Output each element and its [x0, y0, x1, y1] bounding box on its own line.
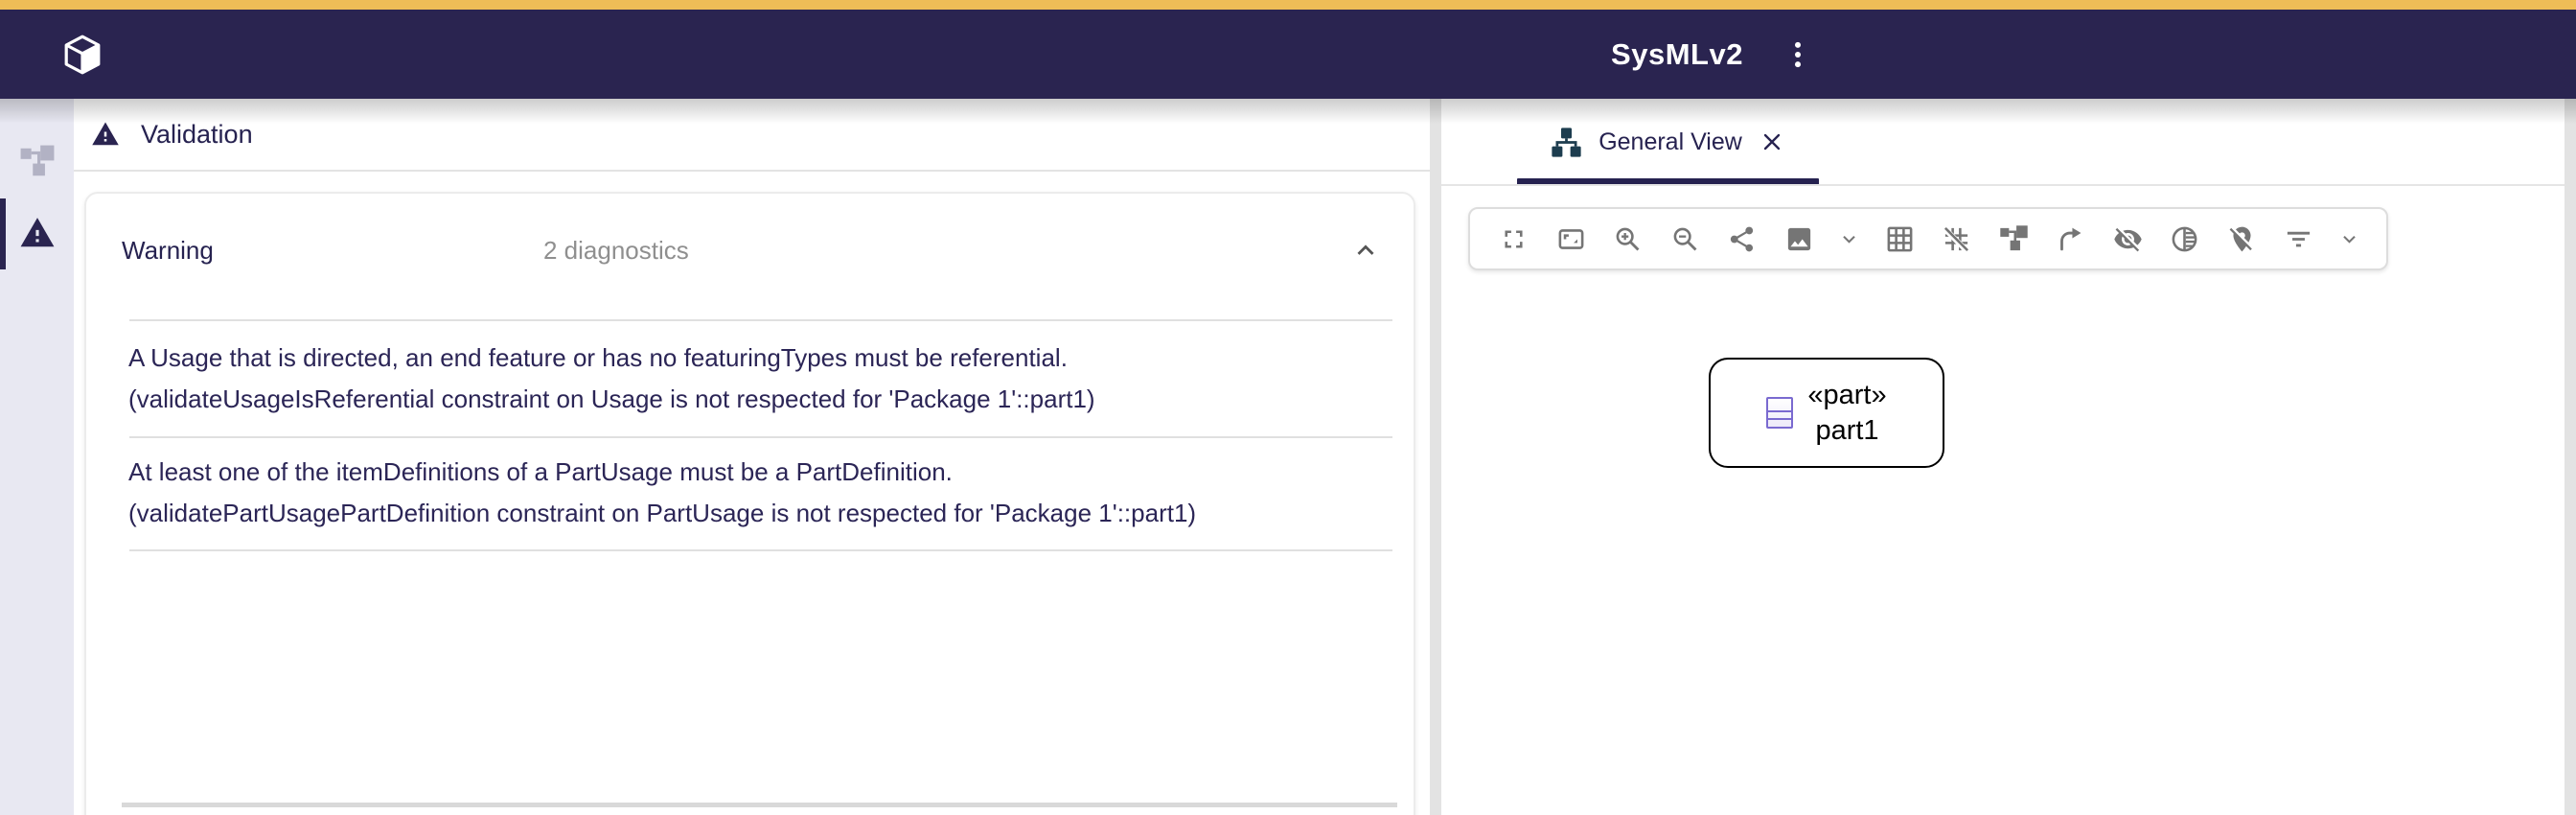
node-stereotype: «part»: [1807, 378, 1886, 413]
diagram-node-part1[interactable]: «part» part1: [1709, 358, 1944, 468]
diagnostic-message: A Usage that is directed, an end feature…: [128, 338, 1391, 379]
warning-icon: [19, 215, 56, 254]
validation-scrollbar[interactable]: [1430, 99, 1441, 815]
zoom-in-button[interactable]: [1607, 215, 1649, 263]
export-image-icon: [1784, 224, 1814, 254]
horizontal-scrollbar[interactable]: [122, 803, 1397, 807]
contrast-icon: [2170, 224, 2199, 254]
hierarchy-icon: [1999, 224, 2029, 254]
zoom-out-button[interactable]: [1664, 215, 1706, 263]
step-over-arrow-icon: [2056, 224, 2085, 254]
share-icon: [1727, 224, 1757, 254]
node-label: «part» part1: [1807, 378, 1886, 449]
divider: [129, 549, 1392, 551]
divider: [129, 319, 1392, 321]
unpin-button[interactable]: [2220, 215, 2263, 263]
divider: [129, 436, 1392, 438]
divider: [1441, 184, 2576, 186]
export-dropdown-chevron-button[interactable]: [1835, 215, 1864, 263]
content-area: Validation Warning 2 diagnostics: [0, 99, 2576, 815]
close-tab-button[interactable]: [1759, 128, 1785, 155]
app-header: SysMLv2: [0, 10, 2576, 99]
org-chart-icon: [1551, 127, 1582, 158]
snap-off-icon: [1942, 224, 1971, 254]
unpin-icon: [2227, 224, 2257, 254]
chevron-up-icon: [1349, 255, 1382, 269]
snap-off-button[interactable]: [1936, 215, 1978, 263]
accent-strip: [0, 0, 2576, 10]
sidebar-item-explorer[interactable]: [0, 128, 74, 198]
diagram-scrollbar[interactable]: [2564, 99, 2576, 815]
cube-logo-icon: [59, 66, 105, 81]
grid-button[interactable]: [1878, 215, 1920, 263]
tab-label: General View: [1598, 128, 1742, 156]
hierarchy-button[interactable]: [1992, 215, 2035, 263]
grid-icon: [1885, 224, 1915, 254]
panel-title: Validation: [141, 120, 253, 150]
visibility-off-button[interactable]: [2106, 215, 2149, 263]
diagnostic-message: At least one of the itemDefinitions of a…: [128, 452, 1391, 493]
visibility-off-icon: [2113, 224, 2143, 254]
left-icon-rail: [0, 99, 74, 815]
filter-button[interactable]: [2278, 215, 2320, 263]
severity-label: Warning: [122, 236, 214, 266]
diagnostic-row[interactable]: A Usage that is directed, an end feature…: [128, 338, 1391, 420]
contrast-button[interactable]: [2164, 215, 2206, 263]
sysmlv2-app: SysMLv2: [0, 0, 2576, 815]
validation-panel-header: Validation: [74, 99, 1441, 170]
selected-indicator: [0, 198, 6, 269]
app-logo-button[interactable]: [59, 32, 105, 78]
zoom-out-icon: [1670, 224, 1700, 254]
sidebar-item-validation[interactable]: [0, 198, 74, 269]
part-usage-icon: [1766, 397, 1793, 429]
share-button[interactable]: [1721, 215, 1763, 263]
tree-icon: [19, 144, 56, 183]
export-dropdown-chevron-icon: [1837, 227, 1861, 251]
collapse-button[interactable]: [1346, 232, 1385, 270]
validation-panel: Validation Warning 2 diagnostics: [74, 99, 1441, 815]
fullscreen-icon: [1499, 224, 1529, 254]
warning-group-card: Warning 2 diagnostics A Usage that is di…: [84, 192, 1415, 815]
more-chevron-icon: [2337, 227, 2361, 251]
diagnostic-detail: (validateUsageIsReferential constraint o…: [128, 379, 1391, 420]
filter-icon: [2284, 224, 2313, 254]
diagnostic-detail: (validatePartUsagePartDefinition constra…: [128, 493, 1391, 534]
app-title: SysMLv2: [1533, 10, 1821, 99]
fit-to-screen-icon: [1556, 224, 1586, 254]
warning-icon: [91, 120, 120, 149]
diagnostic-row[interactable]: At least one of the itemDefinitions of a…: [128, 452, 1391, 534]
fullscreen-button[interactable]: [1493, 215, 1535, 263]
close-icon: [1759, 144, 1785, 158]
kebab-menu-icon: [1780, 61, 1816, 76]
diagram-toolbar: [1468, 207, 2388, 270]
diagram-panel: General View «part» part1: [1441, 99, 2576, 815]
diagnostics-count: 2 diagnostics: [543, 236, 689, 266]
more-chevron-button[interactable]: [2334, 215, 2363, 263]
warning-group-header[interactable]: Warning 2 diagnostics: [86, 194, 1414, 319]
kebab-menu-button[interactable]: [1779, 36, 1817, 75]
export-image-button[interactable]: [1778, 215, 1820, 263]
divider: [74, 170, 1441, 172]
tab-general-view[interactable]: General View: [1517, 99, 1819, 185]
node-name: part1: [1807, 413, 1886, 449]
step-over-arrow-button[interactable]: [2050, 215, 2092, 263]
zoom-in-icon: [1613, 224, 1643, 254]
fit-to-screen-button[interactable]: [1550, 215, 1592, 263]
